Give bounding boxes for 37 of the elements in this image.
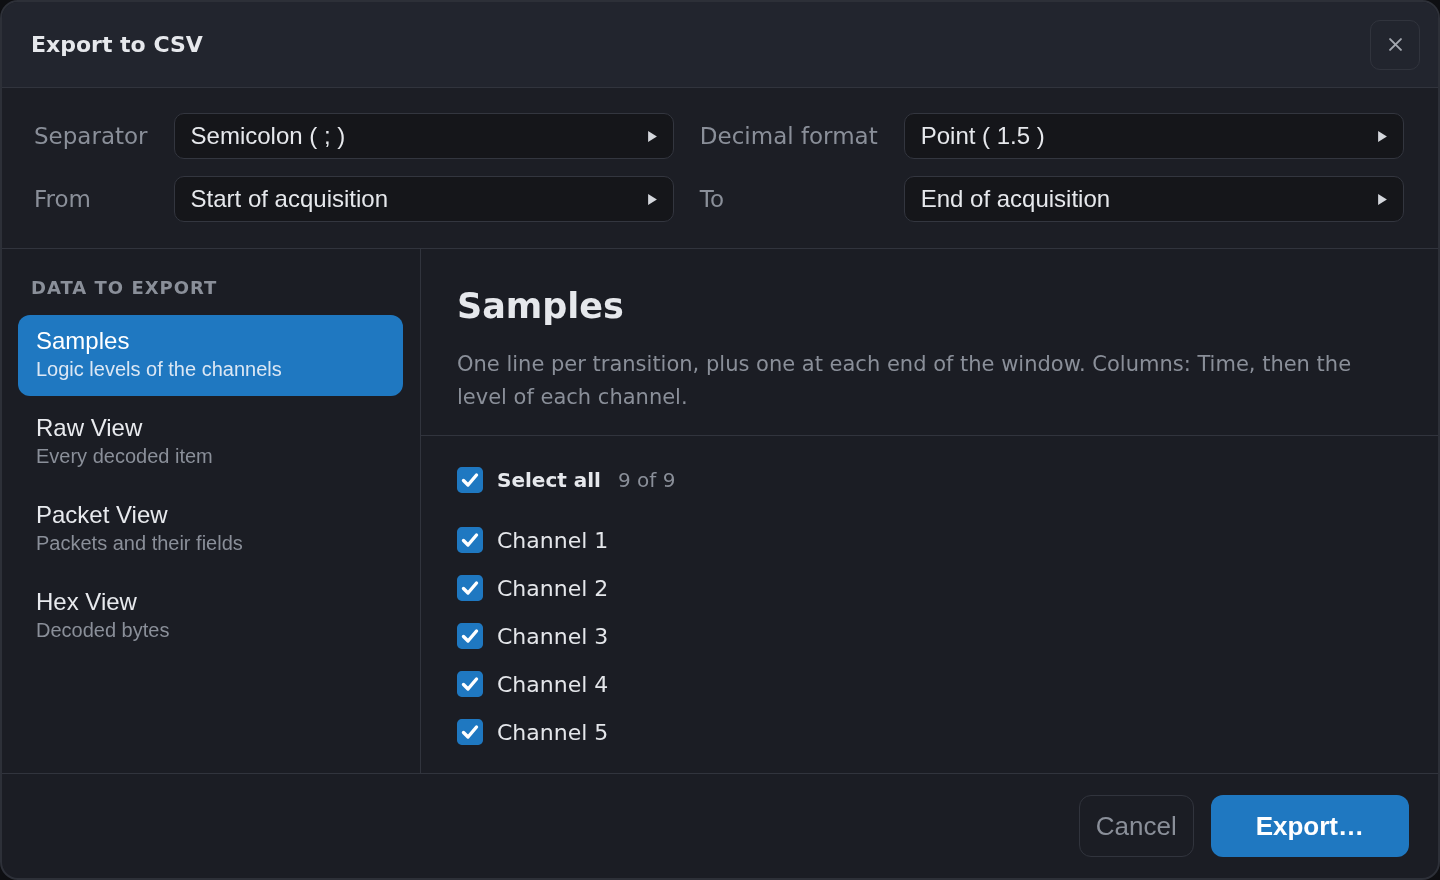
channel-label: Channel 2 bbox=[497, 575, 609, 601]
field-label: Separator bbox=[34, 123, 148, 149]
channel-label: Channel 1 bbox=[497, 527, 609, 553]
checkbox[interactable] bbox=[457, 467, 483, 493]
close-icon bbox=[1388, 38, 1402, 51]
close-button[interactable] bbox=[1370, 19, 1420, 70]
checkbox[interactable] bbox=[457, 671, 483, 697]
checkbox[interactable] bbox=[457, 623, 483, 649]
sidebar-item[interactable]: Packet View Packets and their fields bbox=[18, 489, 403, 570]
section-heading: DATA TO EXPORT bbox=[30, 276, 219, 300]
checkbox[interactable] bbox=[457, 575, 483, 601]
dropdown[interactable]: Semicolon ( ; ) bbox=[173, 113, 674, 159]
select-all-label: Select all bbox=[497, 468, 601, 492]
caret-icon bbox=[1378, 193, 1387, 205]
sidebar-item[interactable]: Samples Logic levels of the channels bbox=[18, 315, 403, 396]
cancel-button[interactable]: Cancel bbox=[1078, 795, 1194, 857]
channel-label: Channel 5 bbox=[497, 719, 609, 745]
field-label: To bbox=[699, 186, 726, 212]
content-title: Samples bbox=[457, 285, 625, 328]
caret-icon bbox=[1378, 130, 1387, 142]
field-label: Decimal format bbox=[699, 123, 878, 149]
selection-count: 9 of 9 bbox=[618, 468, 676, 492]
caret-icon bbox=[647, 193, 657, 205]
checkbox[interactable] bbox=[457, 527, 483, 553]
sidebar-item[interactable]: Raw View Every decoded item bbox=[18, 402, 403, 483]
sidebar-item[interactable]: Hex View Decoded bytes bbox=[18, 576, 403, 657]
caret-icon bbox=[647, 130, 657, 142]
dropdown[interactable]: End of acquisition bbox=[903, 176, 1404, 222]
dropdown[interactable]: Start of acquisition bbox=[173, 176, 674, 222]
checkbox[interactable] bbox=[457, 719, 483, 745]
dropdown[interactable]: Point ( 1.5 ) bbox=[903, 113, 1404, 159]
description-text: One line per transition, plus one at each end of the window. Columns: Time, then the level of each channel. bbox=[457, 351, 1353, 411]
dialog-title: Export to CSV bbox=[31, 32, 203, 57]
export-button[interactable]: Export… bbox=[1210, 795, 1409, 857]
field-label: From bbox=[34, 186, 92, 212]
channel-label: Channel 3 bbox=[497, 623, 609, 649]
channel-label: Channel 4 bbox=[497, 671, 609, 697]
